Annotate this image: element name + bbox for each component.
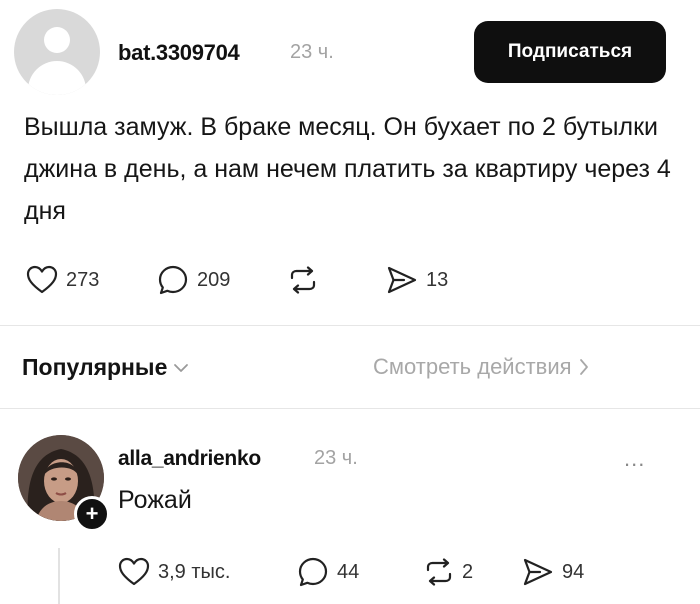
subscribe-button[interactable]: Подписаться — [474, 21, 666, 83]
view-actions-label: Смотреть действия — [373, 354, 572, 379]
repost-icon — [290, 266, 316, 294]
sort-popular-dropdown[interactable]: Популярные — [22, 354, 189, 381]
post-username[interactable]: bat.3309704 — [118, 40, 240, 66]
thread-line — [58, 548, 60, 604]
view-actions-link[interactable]: Смотреть действия — [373, 354, 590, 380]
like-button[interactable]: 273 — [26, 265, 99, 295]
follow-plus-icon[interactable]: + — [74, 496, 110, 532]
like-count: 273 — [66, 268, 100, 291]
comment-like-button[interactable]: 3,9 тыс. — [118, 557, 230, 587]
comment-repost-count: 2 — [462, 560, 474, 583]
heart-icon — [118, 557, 150, 586]
post-time: 23 ч. — [290, 41, 334, 63]
avatar-head-shape — [44, 27, 70, 53]
comment-reply-count: 44 — [337, 560, 360, 583]
comment-time: 23 ч. — [314, 447, 358, 469]
chevron-down-icon — [174, 363, 189, 372]
comment-repost-button[interactable]: 2 — [424, 558, 473, 586]
comment-button[interactable]: 209 — [157, 264, 230, 296]
more-options-icon[interactable]: ... — [624, 446, 645, 472]
share-count: 13 — [426, 268, 449, 291]
divider-top — [0, 325, 700, 326]
avatar-body-shape — [28, 61, 86, 95]
share-button[interactable]: 13 — [386, 265, 448, 295]
post-text: Вышла замуж. В браке месяц. Он бухает по… — [24, 113, 671, 225]
comment-text: Рожай — [118, 486, 192, 514]
comment-username[interactable]: alla_andrienko — [118, 447, 261, 471]
sort-popular-label: Популярные — [22, 354, 168, 380]
share-icon — [387, 266, 417, 294]
author-avatar[interactable] — [14, 9, 100, 95]
share-icon — [523, 558, 553, 586]
repost-button[interactable] — [288, 266, 318, 294]
comment-like-count: 3,9 тыс. — [158, 560, 231, 583]
comment-share-button[interactable]: 94 — [522, 557, 584, 587]
heart-icon — [26, 265, 58, 294]
comment-icon — [158, 265, 188, 295]
chevron-right-icon — [579, 359, 588, 375]
comment-reply-button[interactable]: 44 — [297, 556, 359, 588]
comment-count: 209 — [197, 268, 231, 291]
repost-icon — [426, 558, 452, 586]
comment-share-count: 94 — [562, 560, 585, 583]
divider-bottom — [0, 408, 700, 409]
comment-icon — [298, 557, 328, 587]
